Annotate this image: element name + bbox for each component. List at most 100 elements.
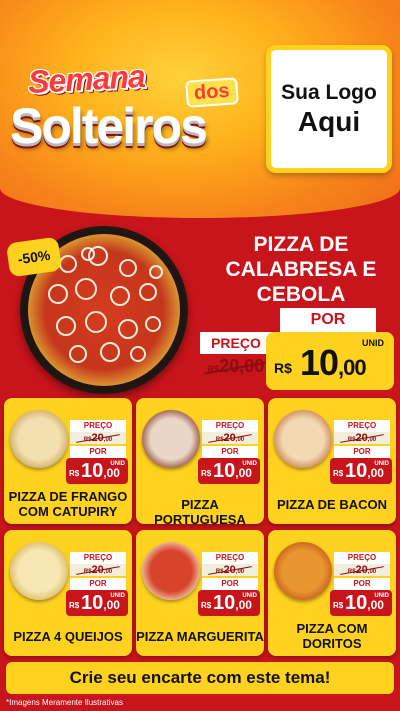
price-int: 10 <box>81 592 104 614</box>
product-card[interactable]: PREÇO R$20,00 POR R$ 10,00 UNID PIZZA 4 QUEIJO… <box>4 530 132 656</box>
product-card[interactable]: PREÇO R$20,00 POR R$ 10,00 UNID PIZZA MARGUERI… <box>136 530 264 656</box>
product-name: PIZZA DE BACON <box>276 497 388 512</box>
por-label: POR <box>334 578 390 590</box>
featured-price-cents: ,00 <box>338 355 367 380</box>
product-card[interactable]: PREÇO R$20,00 POR R$ 10,00 UNID PIZZA COM DORI… <box>268 530 396 656</box>
onion-ring <box>110 286 130 306</box>
preco-label: PREÇO <box>70 420 126 432</box>
price-int: 10 <box>213 460 236 482</box>
old-price: R$20,00 <box>202 432 258 444</box>
onion-ring <box>56 316 76 336</box>
header-banner: Semana dos Solteiros Sua Logo Aqui <box>0 0 400 218</box>
unid-label: UNID <box>110 461 125 467</box>
price-cents: ,00 <box>235 466 252 480</box>
preco-label: PREÇO <box>202 552 258 564</box>
por-label: POR <box>70 578 126 590</box>
onion-ring <box>139 283 157 301</box>
pizza-thumbnail <box>274 410 332 468</box>
unid-label: UNID <box>374 461 389 467</box>
featured-old-price: R$20,00 <box>200 356 272 377</box>
old-price: R$20,00 <box>202 564 258 576</box>
featured-price: 10,00 <box>300 342 367 384</box>
onion-ring <box>119 259 137 277</box>
onion-ring <box>149 265 163 279</box>
preco-label: PREÇO <box>334 552 390 564</box>
price-box: R$ 10,00 UNID <box>198 590 260 616</box>
logo-placeholder[interactable]: Sua Logo Aqui <box>266 45 392 173</box>
pizza-thumbnail <box>274 542 332 600</box>
cta-banner[interactable]: Crie seu encarte com este tema! <box>6 662 394 694</box>
product-name: PIZZA PORTUGUESA <box>154 497 246 527</box>
product-card[interactable]: PREÇO R$20,00 POR R$ 10,00 UNID PIZZA DE FRANG… <box>4 398 132 524</box>
campaign-brand: Semana dos Solteiros <box>10 55 260 165</box>
price-cents: ,00 <box>103 598 120 612</box>
currency: R$ <box>333 601 344 610</box>
price-int: 10 <box>81 460 104 482</box>
currency: R$ <box>69 469 80 478</box>
onion-ring <box>100 342 120 362</box>
onion-ring <box>69 345 87 363</box>
featured-currency: R$ <box>274 360 292 376</box>
product-card[interactable]: PREÇO R$20,00 POR R$ 10,00 UNID PIZZA DE BACON <box>268 398 396 524</box>
old-price-cents: ,00 <box>235 569 245 575</box>
product-name: PIZZA COM DORITOS <box>296 621 368 651</box>
price-cents: ,00 <box>103 466 120 480</box>
currency: R$ <box>201 469 212 478</box>
currency: R$ <box>333 469 344 478</box>
old-price-cents: ,00 <box>367 569 377 575</box>
featured-price-int: 10 <box>300 342 339 383</box>
unid-label: UNID <box>242 461 257 467</box>
price-box: R$ 10,00 UNID <box>330 590 392 616</box>
featured-title: PIZZA DE CALABRESA E CEBOLA <box>225 233 377 307</box>
brand-solteiros: Solteiros <box>10 98 208 154</box>
price-box: R$ 10,00 UNID <box>198 458 260 484</box>
price-cents: ,00 <box>367 598 384 612</box>
por-label: POR <box>202 446 258 458</box>
featured-price-block: PREÇO R$20,00 POR R$ 10,00 UNID <box>200 308 396 392</box>
price-int: 10 <box>213 592 236 614</box>
pizza-thumbnail <box>10 542 68 600</box>
old-price-cents: ,00 <box>235 437 245 443</box>
onion-ring <box>145 316 161 332</box>
pizza-thumbnail <box>10 410 68 468</box>
currency: R$ <box>201 601 212 610</box>
old-price-cents: ,00 <box>367 437 377 443</box>
logo-line1: Sua Logo <box>281 80 377 104</box>
unid-label: UNID <box>374 593 389 599</box>
onion-ring <box>59 255 77 273</box>
price-box: R$ 10,00 UNID <box>66 590 128 616</box>
por-label: POR <box>70 446 126 458</box>
price-cents: ,00 <box>235 598 252 612</box>
logo-line2: Aqui <box>297 105 361 137</box>
onion-ring <box>81 247 95 261</box>
pizza-thumbnail <box>142 410 200 468</box>
price-int: 10 <box>345 460 368 482</box>
onion-ring <box>130 346 146 362</box>
por-label: POR <box>202 578 258 590</box>
old-price-cents: ,00 <box>103 569 113 575</box>
unid-label: UNID <box>110 593 125 599</box>
onion-ring <box>48 284 68 304</box>
featured-preco-label: PREÇO <box>200 332 272 354</box>
onion-ring <box>118 319 138 339</box>
price-cents: ,00 <box>367 466 384 480</box>
onion-ring <box>75 278 97 300</box>
product-name: PIZZA 4 QUEIJOS <box>13 629 123 644</box>
old-price: R$20,00 <box>334 432 390 444</box>
product-card[interactable]: PREÇO R$20,00 POR R$ 10,00 UNID PIZZA PORTUGUE… <box>136 398 264 527</box>
price-box: R$ 10,00 UNID <box>330 458 392 484</box>
product-name: PIZZA MARGUERITA <box>136 629 264 644</box>
preco-label: PREÇO <box>202 420 258 432</box>
currency: R$ <box>69 601 80 610</box>
preco-label: PREÇO <box>70 552 126 564</box>
featured-unid: UNID <box>362 338 384 348</box>
unid-label: UNID <box>242 593 257 599</box>
price-box: R$ 10,00 UNID <box>66 458 128 484</box>
product-name: PIZZA DE FRANGO COM CATUPIRY <box>8 489 128 519</box>
featured-por-label: POR <box>280 308 376 332</box>
price-int: 10 <box>345 592 368 614</box>
old-price: R$20,00 <box>70 564 126 576</box>
old-price: R$20,00 <box>70 432 126 444</box>
pizza-thumbnail <box>142 542 200 600</box>
discount-badge: -50% <box>5 236 63 278</box>
